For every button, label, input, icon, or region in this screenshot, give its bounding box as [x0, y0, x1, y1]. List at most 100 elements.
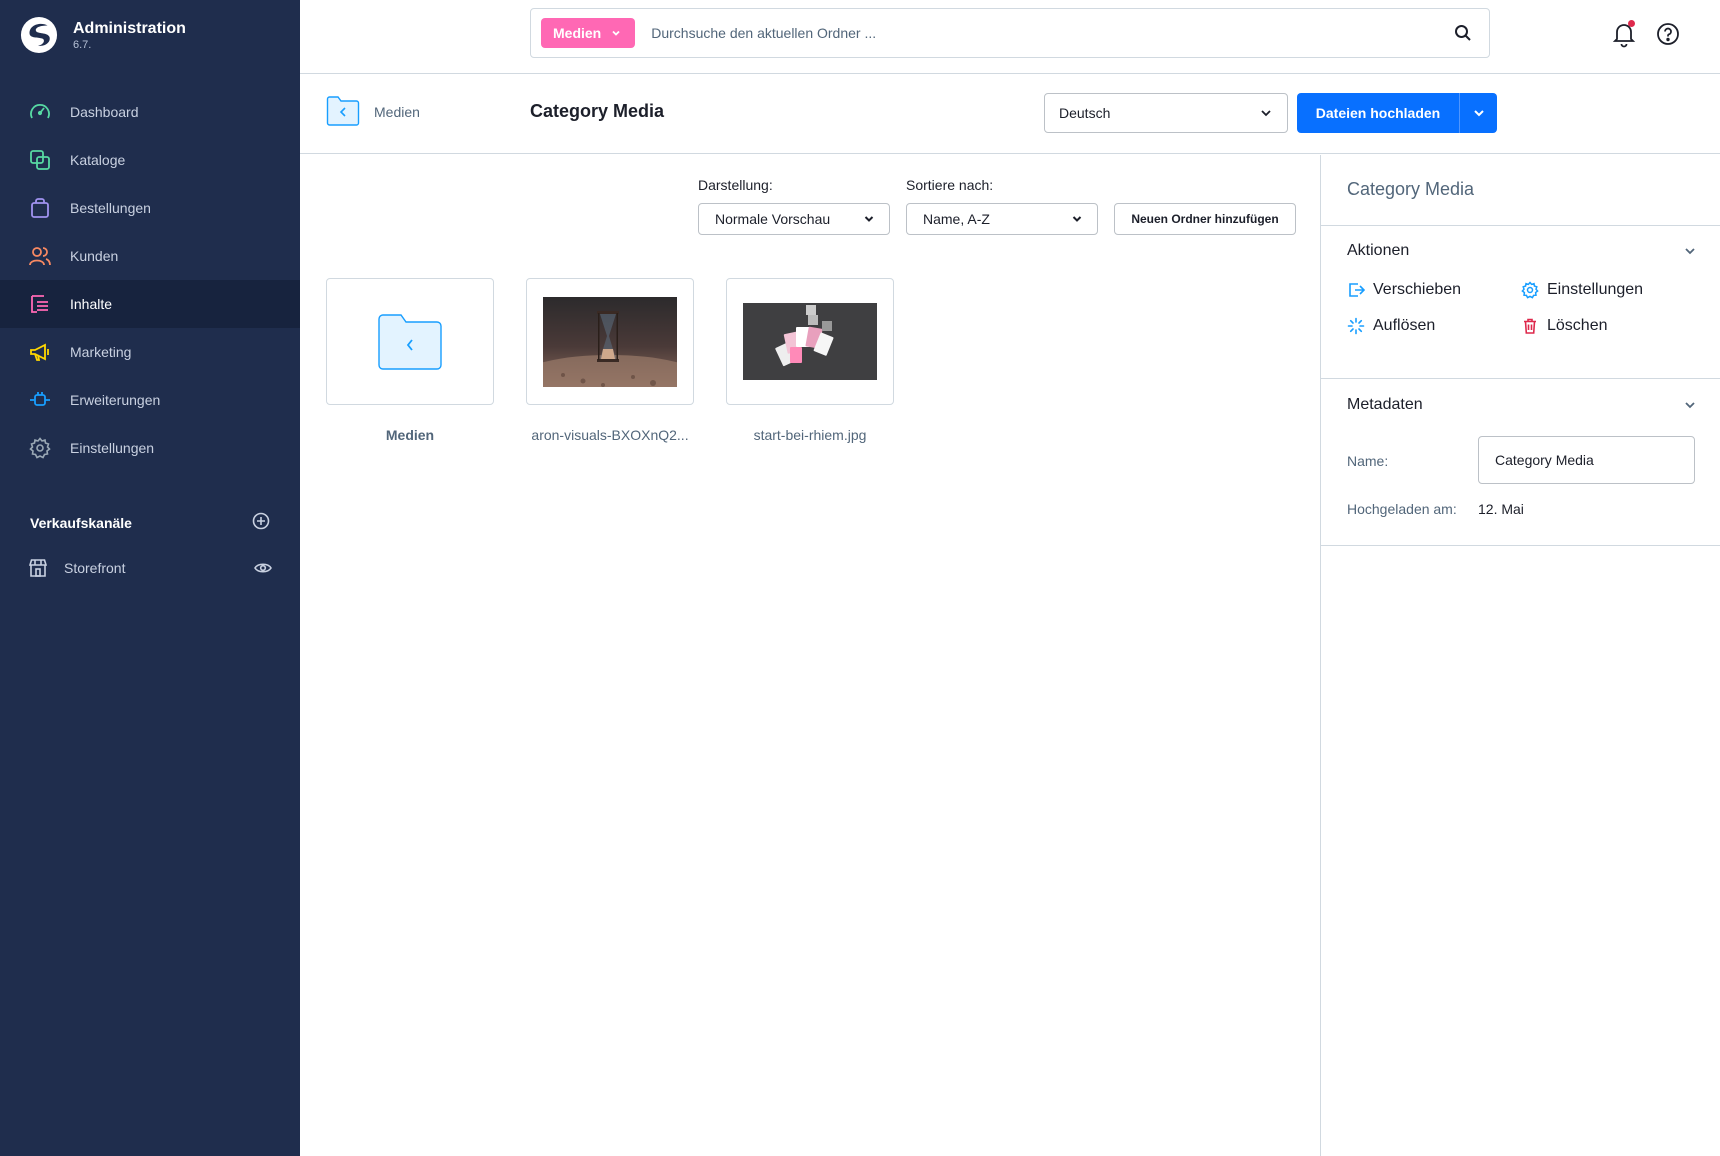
chevron-down-icon: [1259, 106, 1273, 120]
nav-item-marketing[interactable]: Marketing: [0, 328, 300, 376]
nav-item-label: Erweiterungen: [70, 392, 161, 408]
settings-icon: [28, 436, 52, 460]
move-label: Verschieben: [1373, 281, 1462, 298]
orders-icon: [28, 196, 52, 220]
dashboard-icon: [28, 100, 52, 124]
divider: [1321, 545, 1720, 546]
sales-channels-heading: Verkaufskanäle: [30, 512, 270, 533]
divider: [1321, 225, 1720, 226]
upload-files-button[interactable]: Dateien hochladen: [1297, 93, 1459, 133]
search-type-button[interactable]: Medien: [541, 18, 636, 48]
search-type-label: Medien: [553, 25, 602, 41]
back-folder-icon: [378, 313, 442, 370]
dissolve-icon: [1347, 317, 1365, 335]
storefront-icon: [28, 558, 48, 578]
delete-label: Löschen: [1547, 317, 1608, 334]
nav-item-einstellungen[interactable]: Einstellungen: [0, 424, 300, 472]
trash-icon: [1521, 317, 1539, 335]
storefront-label: Storefront: [64, 560, 126, 576]
upload-options-button[interactable]: [1459, 93, 1497, 133]
sort-select[interactable]: Name, A-Z: [906, 203, 1098, 235]
shopware-logo: [20, 16, 58, 54]
chevron-down-icon: [1685, 402, 1695, 409]
settings-action[interactable]: Einstellungen: [1521, 281, 1643, 299]
settings-label: Einstellungen: [1547, 281, 1644, 298]
nav-item-label: Marketing: [70, 344, 132, 360]
nav-item-inhalte[interactable]: Inhalte: [0, 280, 300, 328]
help-icon[interactable]: [1654, 20, 1682, 48]
catalog-icon: [28, 148, 52, 172]
media-library: Darstellung: Normale Vorschau Sortiere n…: [300, 155, 1320, 1156]
divider: [1321, 378, 1720, 379]
media-tile-image[interactable]: [526, 278, 694, 405]
nav-item-label: Kunden: [70, 248, 119, 264]
view-mode-label: Darstellung:: [698, 177, 773, 193]
nav-item-label: Bestellungen: [70, 200, 151, 216]
upload-button-group: Dateien hochladen: [1297, 93, 1497, 133]
folder-name-input[interactable]: [1478, 436, 1695, 484]
nav-item-kataloge[interactable]: Kataloge: [0, 136, 300, 184]
folder-detail-sidebar: Category Media Aktionen Verschieben Eins…: [1320, 155, 1720, 1156]
hourglass-photo-thumbnail: [543, 296, 677, 387]
extensions-icon: [28, 388, 52, 412]
cards-photo-thumbnail: [743, 303, 877, 380]
sidebar-folder-title: Category Media: [1347, 179, 1475, 199]
actions-section-toggle[interactable]: Aktionen: [1347, 242, 1697, 260]
eye-icon[interactable]: [254, 559, 272, 577]
media-tile-label: aron-visuals-BXOXnQ2...: [531, 427, 689, 443]
nav-item-kunden[interactable]: Kunden: [0, 232, 300, 280]
brand[interactable]: Administration 6.7.: [20, 16, 186, 54]
nav-item-bestellungen[interactable]: Bestellungen: [0, 184, 300, 232]
sales-channel-storefront[interactable]: Storefront: [28, 556, 272, 580]
uploaded-value: 12. Mai: [1478, 501, 1524, 517]
notification-badge: [1628, 20, 1635, 27]
view-mode-value: Normale Vorschau: [715, 211, 831, 227]
page-title: Category Media: [530, 101, 665, 121]
language-value: Deutsch: [1059, 105, 1111, 121]
metadata-heading: Metadaten: [1347, 396, 1423, 413]
media-tile-label: Medien: [385, 427, 435, 443]
main-navigation: Dashboard Kataloge Bestellungen Kunden I…: [0, 88, 300, 472]
global-search: Medien: [530, 8, 1490, 58]
add-sales-channel-icon[interactable]: [252, 512, 270, 533]
language-select[interactable]: Deutsch: [1044, 93, 1288, 133]
nav-item-label: Inhalte: [70, 296, 113, 312]
move-action[interactable]: Verschieben: [1347, 281, 1461, 299]
chevron-down-icon: [1071, 213, 1083, 225]
sort-value: Name, A-Z: [923, 211, 990, 227]
view-mode-select[interactable]: Normale Vorschau: [698, 203, 890, 235]
nav-item-label: Kataloge: [70, 152, 126, 168]
sales-channels-title: Verkaufskanäle: [30, 514, 132, 531]
media-tile-parent-folder[interactable]: [326, 278, 494, 405]
gear-icon: [1521, 281, 1539, 299]
brand-title: Administration: [73, 19, 186, 37]
admin-sidebar: Administration 6.7. Dashboard Kataloge B…: [0, 0, 300, 1156]
breadcrumb[interactable]: Medien: [374, 104, 420, 120]
search-icon[interactable]: [1443, 13, 1483, 53]
delete-action[interactable]: Löschen: [1521, 317, 1608, 335]
chevron-down-icon: [611, 28, 621, 38]
nav-item-dashboard[interactable]: Dashboard: [0, 88, 300, 136]
back-folder-button[interactable]: [326, 96, 360, 126]
media-tile-label: start-bei-rhiem.jpg: [753, 427, 867, 443]
content-icon: [28, 292, 52, 316]
uploaded-label: Hochgeladen am:: [1347, 501, 1457, 517]
smart-bar: Medien Category Media Deutsch Dateien ho…: [300, 74, 1720, 154]
marketing-icon: [28, 340, 52, 364]
metadata-section-toggle[interactable]: Metadaten: [1347, 396, 1697, 414]
media-tile-image[interactable]: [726, 278, 894, 405]
search-input[interactable]: [651, 18, 1443, 48]
notifications-bell-icon[interactable]: [1610, 20, 1638, 48]
nav-item-label: Dashboard: [70, 104, 139, 120]
chevron-down-icon: [863, 213, 875, 225]
add-folder-button[interactable]: Neuen Ordner hinzufügen: [1114, 203, 1296, 235]
dissolve-action[interactable]: Auflösen: [1347, 317, 1435, 335]
dissolve-label: Auflösen: [1373, 317, 1436, 334]
sort-label: Sortiere nach:: [906, 177, 994, 193]
customers-icon: [28, 244, 52, 268]
chevron-down-icon: [1473, 110, 1484, 117]
nav-item-erweiterungen[interactable]: Erweiterungen: [0, 376, 300, 424]
chevron-down-icon: [1685, 248, 1695, 255]
nav-item-label: Einstellungen: [70, 440, 155, 456]
brand-version: 6.7.: [73, 38, 92, 51]
